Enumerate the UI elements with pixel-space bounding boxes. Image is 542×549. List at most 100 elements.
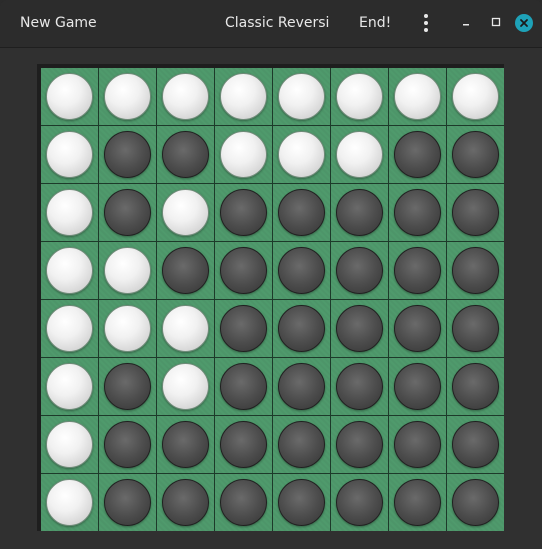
board-cell[interactable] <box>41 126 98 183</box>
board-cell[interactable] <box>99 68 156 125</box>
board-cell[interactable] <box>331 416 388 473</box>
board-cell[interactable] <box>41 474 98 531</box>
black-disc <box>162 479 209 526</box>
board-cell[interactable] <box>99 358 156 415</box>
black-disc <box>278 479 325 526</box>
board-cell[interactable] <box>273 184 330 241</box>
board-cell[interactable] <box>389 242 446 299</box>
board-cell[interactable] <box>273 474 330 531</box>
board-cell[interactable] <box>331 184 388 241</box>
white-disc <box>162 363 209 410</box>
board-cell[interactable] <box>41 68 98 125</box>
white-disc <box>46 73 93 120</box>
board-cell[interactable] <box>99 474 156 531</box>
board-cell[interactable] <box>157 358 214 415</box>
white-disc <box>336 131 383 178</box>
board-cell[interactable] <box>389 126 446 183</box>
board-cell[interactable] <box>215 242 272 299</box>
board-cell[interactable] <box>41 300 98 357</box>
board-cell[interactable] <box>447 68 504 125</box>
board-cell[interactable] <box>157 474 214 531</box>
board-cell[interactable] <box>447 184 504 241</box>
game-board <box>41 68 504 531</box>
board-cell[interactable] <box>215 358 272 415</box>
board-cell[interactable] <box>41 358 98 415</box>
board-cell[interactable] <box>157 416 214 473</box>
board-cell[interactable] <box>447 416 504 473</box>
black-disc <box>336 247 383 294</box>
board-cell[interactable] <box>331 300 388 357</box>
board-cell[interactable] <box>99 184 156 241</box>
white-disc <box>162 73 209 120</box>
board-cell[interactable] <box>215 416 272 473</box>
end-button[interactable]: End! <box>349 8 401 38</box>
board-cell[interactable] <box>447 242 504 299</box>
board-cell[interactable] <box>157 68 214 125</box>
board-cell[interactable] <box>331 358 388 415</box>
board-cell[interactable] <box>389 474 446 531</box>
board-cell[interactable] <box>331 126 388 183</box>
board-cell[interactable] <box>99 126 156 183</box>
black-disc <box>394 131 441 178</box>
black-disc <box>220 189 267 236</box>
board-cell[interactable] <box>389 358 446 415</box>
maximize-button[interactable] <box>488 14 504 30</box>
black-disc <box>336 363 383 410</box>
board-cell[interactable] <box>41 416 98 473</box>
board-cell[interactable] <box>215 68 272 125</box>
board-cell[interactable] <box>331 68 388 125</box>
board-cell[interactable] <box>215 300 272 357</box>
board-cell[interactable] <box>273 300 330 357</box>
board-cell[interactable] <box>157 184 214 241</box>
board-cell[interactable] <box>447 300 504 357</box>
board-cell[interactable] <box>447 358 504 415</box>
new-game-button[interactable]: New Game <box>10 8 107 38</box>
black-disc <box>278 247 325 294</box>
black-disc <box>394 421 441 468</box>
black-disc <box>336 189 383 236</box>
board-cell[interactable] <box>215 474 272 531</box>
board-cell[interactable] <box>389 300 446 357</box>
white-disc <box>46 363 93 410</box>
kebab-menu-icon <box>424 14 428 32</box>
board-cell[interactable] <box>331 242 388 299</box>
black-disc <box>220 479 267 526</box>
board-cell[interactable] <box>389 184 446 241</box>
board-cell[interactable] <box>389 68 446 125</box>
board-cell[interactable] <box>99 300 156 357</box>
board-cell[interactable] <box>99 416 156 473</box>
board-cell[interactable] <box>41 184 98 241</box>
board-cell[interactable] <box>273 68 330 125</box>
black-disc <box>394 363 441 410</box>
board-cell[interactable] <box>157 242 214 299</box>
close-button[interactable] <box>515 14 533 32</box>
board-cell[interactable] <box>215 126 272 183</box>
white-disc <box>46 421 93 468</box>
board-cell[interactable] <box>447 474 504 531</box>
board-cell[interactable] <box>273 242 330 299</box>
black-disc <box>452 189 499 236</box>
board-cell[interactable] <box>99 242 156 299</box>
black-disc <box>220 247 267 294</box>
black-disc <box>220 363 267 410</box>
board-cell[interactable] <box>273 358 330 415</box>
black-disc <box>278 363 325 410</box>
black-disc <box>452 247 499 294</box>
board-cell[interactable] <box>215 184 272 241</box>
board-cell[interactable] <box>273 126 330 183</box>
black-disc <box>336 479 383 526</box>
board-cell[interactable] <box>273 416 330 473</box>
main-menu-button[interactable] <box>413 8 439 38</box>
board-cell[interactable] <box>389 416 446 473</box>
board-cell[interactable] <box>331 474 388 531</box>
white-disc <box>46 247 93 294</box>
board-cell[interactable] <box>157 300 214 357</box>
black-disc <box>394 305 441 352</box>
black-disc <box>104 131 151 178</box>
black-disc <box>394 189 441 236</box>
board-cell[interactable] <box>41 242 98 299</box>
board-cell[interactable] <box>157 126 214 183</box>
white-disc <box>336 73 383 120</box>
board-cell[interactable] <box>447 126 504 183</box>
minimize-button[interactable] <box>458 14 474 30</box>
